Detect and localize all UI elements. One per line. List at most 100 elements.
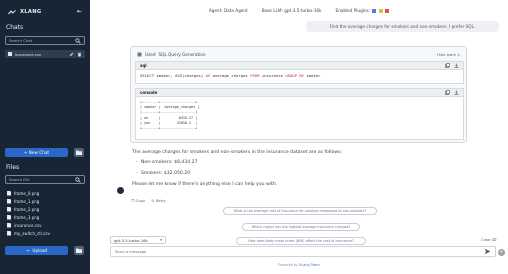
copy-icon[interactable] [445, 90, 450, 95]
retry-icon: ↻ [151, 198, 155, 203]
download-icon[interactable] [454, 90, 459, 95]
enabled-plugins-label: Enabled Plugins: [335, 8, 371, 13]
message-input-box [110, 246, 496, 257]
chevron-up-icon: ∧ [457, 51, 460, 57]
clear-icon: ⌧ [492, 237, 497, 242]
sidebar: XLANG ⇤ Chats Search Chat insurance.csv … [0, 0, 90, 274]
suggestion-chip[interactable]: How does body mass index (BMI) affect th… [236, 237, 366, 245]
file-name: my_switch_ctl.csv [14, 230, 50, 236]
search-icon[interactable] [75, 176, 81, 183]
plugin-icon[interactable] [385, 8, 390, 13]
file-list: frame_0.png frame_1.png frame_2.png fram… [7, 189, 50, 237]
console-output: +--------+-----------------+ | smoker | … [140, 100, 200, 131]
file-icon [7, 190, 11, 196]
new-chat-button[interactable]: + New Chat [5, 148, 68, 157]
suggestion-chip[interactable]: Which region has the highest average ins… [242, 223, 360, 231]
retry-label: Retry [155, 198, 166, 203]
model-select[interactable]: gpt-3.5-turbo-16k ▾ [110, 236, 166, 244]
file-name: frame_0.png [14, 190, 40, 196]
collapse-sidebar-icon[interactable]: ⇤ [77, 8, 82, 16]
assistant-message: The average charges for smokers and non-… [132, 150, 462, 192]
file-search-placeholder: Search File [9, 177, 30, 182]
sql-code-part: insurance [259, 73, 286, 78]
edit-icon[interactable] [69, 52, 74, 57]
base-llm-label: Base LLM: gpt-3.5-turbo-16k [261, 8, 322, 13]
upload-label: Upload [32, 248, 48, 253]
file-search-input[interactable]: Search File [5, 175, 85, 184]
brand-title: XLANG [20, 9, 42, 15]
file-name: insurance.csv [14, 222, 42, 228]
xlang-logo-icon [8, 9, 16, 14]
upload-button[interactable]: → Upload [5, 246, 68, 255]
copy-message-button[interactable]: ❐ Copy [131, 198, 145, 203]
file-icon [7, 206, 11, 212]
file-item[interactable]: frame_1.png [7, 197, 50, 205]
tool-work-panel: Used SQL Query Generation Hide work ∧ sq… [130, 46, 467, 143]
file-name: frame_3.png [14, 214, 40, 220]
footer: Powered by XLang Team [90, 263, 508, 267]
footer-prefix: Powered by [278, 263, 300, 267]
add-icon[interactable]: + [498, 249, 505, 256]
tool-icon [137, 52, 142, 56]
search-icon[interactable] [75, 37, 81, 44]
message-actions: ❐ Copy ↻ Retry [131, 198, 166, 203]
folder-icon [76, 248, 82, 253]
sql-code: SELECT smoker, AVG(charges) AS average_c… [136, 70, 463, 81]
retry-button[interactable]: ↻ Retry [151, 198, 166, 203]
message-input[interactable] [115, 249, 484, 254]
sql-code-part: SELECT smoker, AVG(charges) [140, 73, 206, 78]
folder-icon [76, 150, 82, 155]
sql-label: sql [140, 63, 147, 68]
chat-item[interactable]: insurance.csv [5, 50, 85, 58]
tool-header: Used SQL Query Generation Hide work ∧ [137, 50, 460, 58]
suggestion-chip[interactable]: What is the average cost of insurance fo… [223, 207, 377, 215]
answer-intro: The average charges for smokers and non-… [132, 150, 343, 155]
clear-button[interactable]: Clear ⌧ [481, 237, 497, 242]
console-block: console +--------+-----------------+ | s… [135, 88, 464, 140]
file-folder-button[interactable] [74, 246, 84, 255]
file-icon [7, 198, 11, 204]
chat-item-label: insurance.csv [15, 51, 42, 57]
chat-icon [8, 52, 12, 56]
answer-outro: Please let me know if there's anything e… [132, 182, 278, 187]
sql-code-part: smoker [304, 73, 321, 78]
clear-label: Clear [481, 237, 491, 242]
file-item[interactable]: insurance.csv [7, 221, 50, 229]
file-item[interactable]: frame_0.png [7, 189, 50, 197]
assistant-avatar [117, 187, 124, 194]
tool-used-prefix: Used [145, 51, 156, 57]
send-icon[interactable] [484, 248, 491, 255]
copy-icon[interactable] [445, 63, 450, 68]
console-label: console [140, 90, 158, 95]
chat-search-input[interactable]: Search Chat [5, 36, 85, 45]
sql-code-block: sql SELECT smoker, AVG(charges) AS avera… [135, 61, 464, 84]
file-item[interactable]: my_switch_ctl.csv [7, 229, 50, 237]
copy-icon: ❐ [131, 198, 135, 203]
agent-label: Agent: Data Agent [208, 8, 248, 13]
plugin-icon[interactable] [372, 8, 377, 13]
top-bar: Agent: Data Agent Base LLM: gpt-3.5-turb… [90, 8, 508, 16]
file-item[interactable]: frame_3.png [7, 213, 50, 221]
files-heading: Files [6, 164, 20, 171]
sql-keyword: GROUP BY [285, 73, 305, 78]
tool-name: SQL Query Generation [158, 51, 206, 57]
download-icon[interactable] [454, 63, 459, 68]
file-name: frame_1.png [14, 198, 40, 204]
answer-item: Smokers: $32,050.20 [136, 171, 462, 176]
file-icon [7, 230, 11, 236]
console-header: console [136, 89, 463, 97]
copy-label: Copy [135, 198, 146, 203]
enabled-plugins: Enabled Plugins: [335, 8, 390, 16]
footer-link[interactable]: XLang Team [299, 263, 320, 267]
hide-work-button[interactable]: Hide work ∧ [437, 52, 460, 57]
plugin-icon[interactable] [378, 8, 383, 13]
brand[interactable]: XLANG [8, 7, 41, 17]
hide-work-label: Hide work [436, 51, 456, 57]
file-name: frame_2.png [14, 206, 40, 212]
model-select-value: gpt-3.5-turbo-16k [114, 237, 148, 243]
chat-folder-button[interactable] [74, 148, 84, 157]
chats-heading: Chats [6, 24, 24, 31]
file-item[interactable]: frame_2.png [7, 205, 50, 213]
answer-item: Non-smokers: $8,434.27 [136, 160, 462, 165]
delete-icon[interactable] [77, 52, 82, 57]
